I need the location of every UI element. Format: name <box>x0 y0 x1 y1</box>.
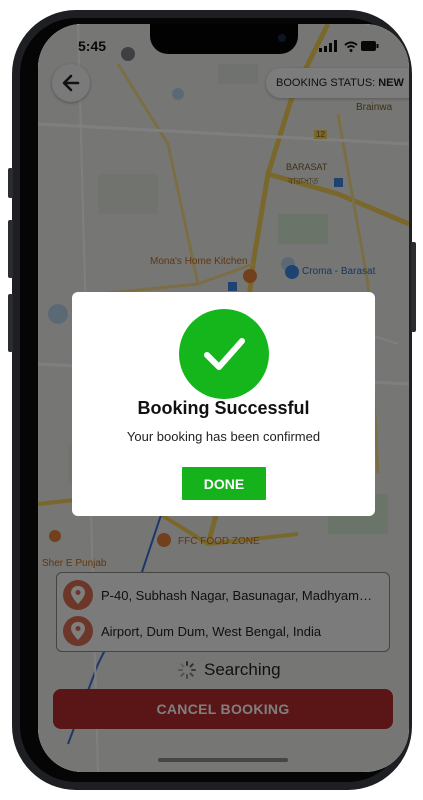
booking-success-dialog: Booking Successful Your booking has been… <box>72 292 375 516</box>
side-button-power <box>411 242 416 332</box>
dialog-title: Booking Successful <box>137 398 310 418</box>
app-screen: Brainwa BARASAT বারাসাত Mona's Home Kitc… <box>38 24 409 772</box>
dialog-message: Your booking has been confirmed <box>126 429 321 444</box>
side-button-volume-up <box>8 220 13 278</box>
success-badge <box>179 309 269 399</box>
checkmark-icon <box>204 338 245 370</box>
done-button[interactable]: DONE <box>182 467 266 500</box>
side-button-volume-down <box>8 294 13 352</box>
side-button-mute <box>8 168 13 198</box>
